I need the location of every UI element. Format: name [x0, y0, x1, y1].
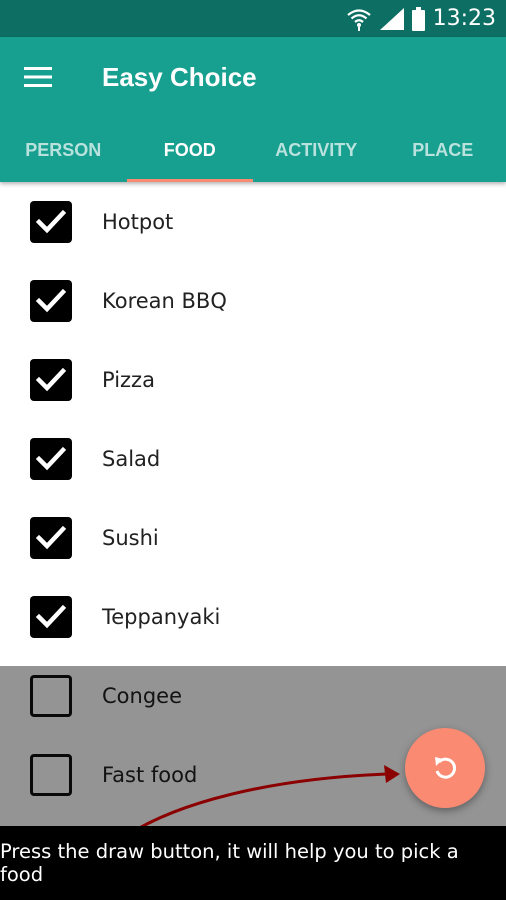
checkmark-icon — [35, 288, 67, 312]
checkmark-icon — [35, 209, 67, 233]
checkmark-icon — [35, 446, 67, 470]
list-item[interactable]: Sushi — [0, 498, 506, 577]
refresh-icon — [435, 757, 457, 779]
list-item[interactable]: Salad — [0, 419, 506, 498]
list-item[interactable]: Korean BBQ — [0, 261, 506, 340]
checkbox-checked[interactable] — [30, 200, 72, 243]
app-bar: Easy Choice PERSON FOOD ACTIVITY PLACE — [0, 37, 506, 182]
list-item[interactable]: Hotpot — [0, 182, 506, 261]
list-item[interactable]: Teppanyaki — [0, 577, 506, 656]
menu-button[interactable] — [20, 59, 56, 95]
checkbox-checked[interactable] — [30, 279, 72, 322]
checkmark-icon — [35, 525, 67, 549]
list-item-label: Congee — [102, 683, 182, 708]
tab-activity[interactable]: ACTIVITY — [253, 127, 380, 182]
wifi-icon — [346, 8, 371, 31]
list-item-label: Sushi — [102, 525, 159, 550]
app-title: Easy Choice — [102, 62, 257, 92]
tab-food[interactable]: FOOD — [126, 127, 254, 182]
draw-button[interactable] — [405, 728, 485, 808]
list-item[interactable]: Pizza — [0, 340, 506, 419]
list-item-label: Hotpot — [102, 209, 174, 234]
list-item[interactable]: Congee — [0, 656, 506, 735]
tab-person[interactable]: PERSON — [0, 127, 127, 182]
checkmark-icon — [35, 367, 67, 391]
checkbox-unchecked[interactable] — [30, 753, 72, 796]
status-icons: 13:23 — [346, 0, 496, 37]
tooltip-text: Press the draw button, it will help you … — [0, 840, 459, 886]
tab-bar: PERSON FOOD ACTIVITY PLACE — [0, 127, 506, 182]
tutorial-tooltip: Press the draw button, it will help you … — [0, 826, 506, 900]
status-bar: 13:23 — [0, 0, 506, 37]
checkbox-checked[interactable] — [30, 516, 72, 559]
checkmark-icon — [35, 604, 67, 628]
list-item-label: Salad — [102, 446, 161, 471]
list-item-label: Fast food — [102, 762, 198, 787]
food-list: Hotpot Korean BBQ Pizza Salad Sushi Tepp… — [0, 182, 506, 814]
list-item-label: Pizza — [102, 367, 155, 392]
checkbox-checked[interactable] — [30, 358, 72, 401]
list-item-label: Korean BBQ — [102, 288, 227, 313]
status-time: 13:23 — [432, 6, 496, 31]
hamburger-menu-icon — [24, 67, 52, 87]
checkbox-unchecked[interactable] — [30, 674, 72, 717]
checkbox-checked[interactable] — [30, 437, 72, 480]
list-item-label: Teppanyaki — [102, 604, 221, 629]
checkbox-checked[interactable] — [30, 595, 72, 638]
tab-place[interactable]: PLACE — [380, 127, 506, 182]
signal-icon — [379, 7, 404, 30]
battery-icon — [411, 6, 425, 31]
